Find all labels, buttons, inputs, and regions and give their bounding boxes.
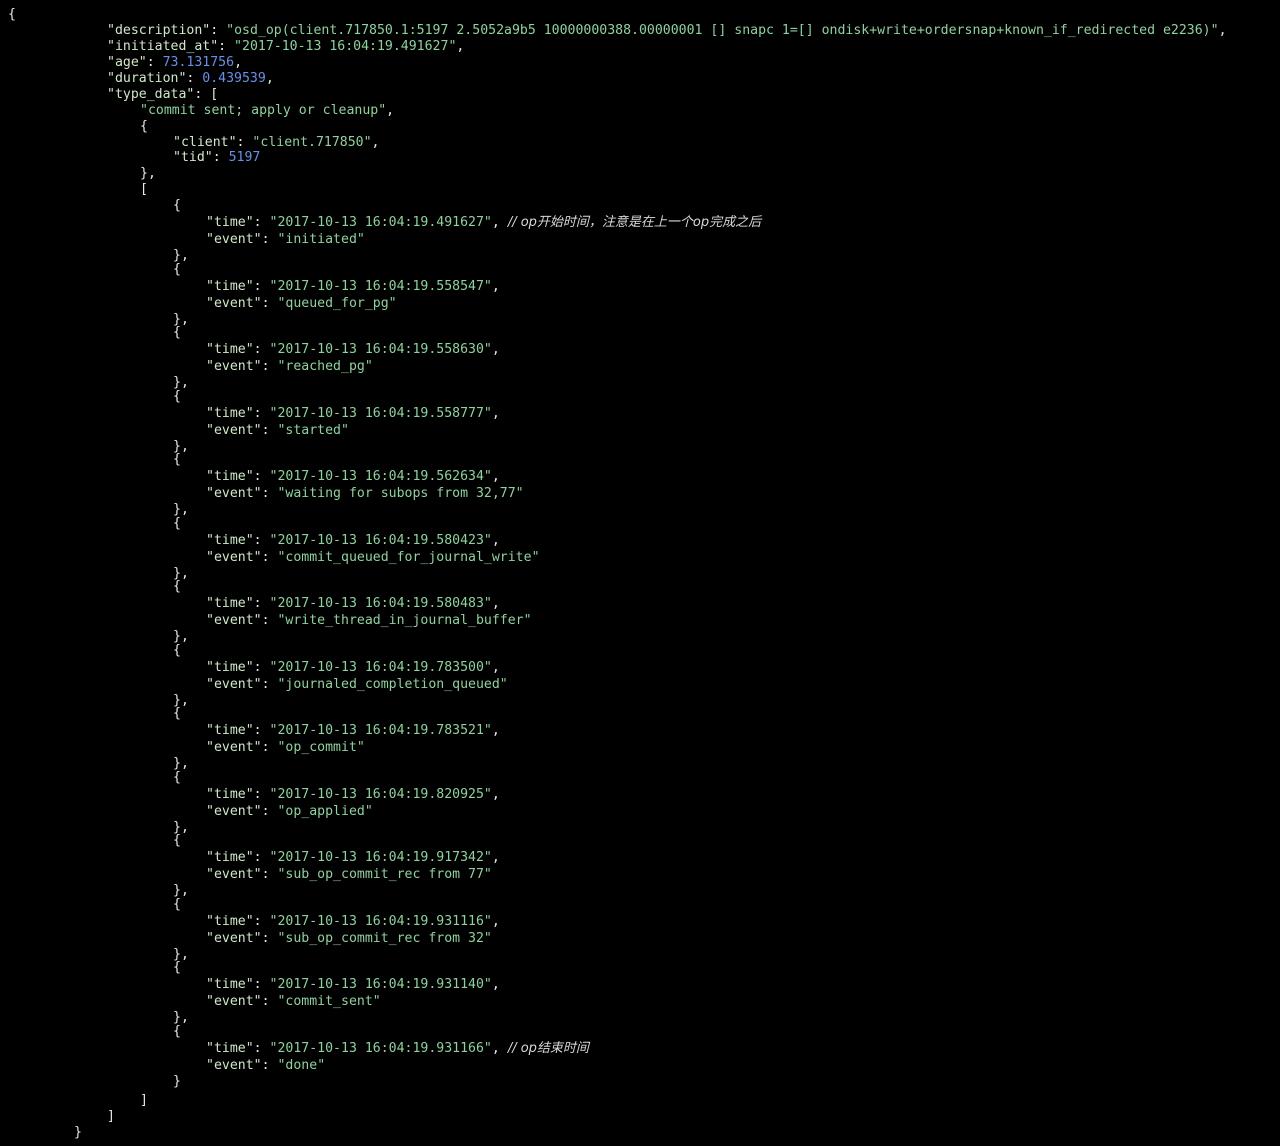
event-time-line: "time": "2017-10-13 16:04:19.580423", <box>206 533 500 548</box>
event-comment: // op结束时间 <box>507 1041 589 1056</box>
event-time-value: 2017-10-13 16:04:19.562634 <box>277 469 484 484</box>
description-value: osd_op(client.717850.1:5197 2.5052a9b5 1… <box>234 23 1211 38</box>
type-data-line: "type_data": [ <box>107 87 219 102</box>
age-line: "age": 73.131756, <box>107 55 243 70</box>
event-open-brace: { <box>173 198 181 213</box>
event-name-value: sub_op_commit_rec from 32 <box>285 931 484 946</box>
event-name-value: sub_op_commit_rec from 77 <box>285 867 484 882</box>
age-value: 73.131756 <box>162 55 235 70</box>
event-time-value: 2017-10-13 16:04:19.783500 <box>277 660 484 675</box>
event-name-line: "event": "sub_op_commit_rec from 32" <box>206 931 492 946</box>
event-time-line: "time": "2017-10-13 16:04:19.931140", <box>206 977 500 992</box>
event-name-value: done <box>285 1058 318 1073</box>
type-data-label-line: "commit sent; apply or cleanup", <box>140 103 395 118</box>
open-brace: { <box>8 7 16 22</box>
event-name-line: "event": "op_commit" <box>206 740 365 755</box>
event-open-brace: { <box>173 897 181 912</box>
event-comment: // op开始时间，注意是在上一个op完成之后 <box>507 215 762 230</box>
event-time-line: "time": "2017-10-13 16:04:19.783500", <box>206 660 500 675</box>
event-name-line: "event": "queued_for_pg" <box>206 296 397 311</box>
event-name-line: "event": "commit_sent" <box>206 994 381 1009</box>
event-name-value: commit_queued_for_journal_write <box>285 550 532 565</box>
event-time-line: "time": "2017-10-13 16:04:19.783521", <box>206 723 500 738</box>
event-time-line: "time": "2017-10-13 16:04:19.931166",// … <box>206 1041 589 1056</box>
event-time-value: 2017-10-13 16:04:19.820925 <box>277 787 484 802</box>
event-name-line: "event": "reached_pg" <box>206 359 373 374</box>
event-time-line: "time": "2017-10-13 16:04:19.580483", <box>206 596 500 611</box>
event-time-value: 2017-10-13 16:04:19.558547 <box>277 279 484 294</box>
event-open-brace: { <box>173 579 181 594</box>
client-value: client.717850 <box>260 135 364 150</box>
initiated-at-value: 2017-10-13 16:04:19.491627 <box>242 39 449 54</box>
event-name-line: "event": "waiting for subops from 32,77" <box>206 486 524 501</box>
event-name-line: "event": "commit_queued_for_journal_writ… <box>206 550 540 565</box>
event-time-value: 2017-10-13 16:04:19.580423 <box>277 533 484 548</box>
event-time-value: 2017-10-13 16:04:19.580483 <box>277 596 484 611</box>
event-time-value: 2017-10-13 16:04:19.558777 <box>277 406 484 421</box>
event-time-value: 2017-10-13 16:04:19.931116 <box>277 914 484 929</box>
type-data-close-bracket: ] <box>107 1109 115 1124</box>
terminal-output: { "description": "osd_op(client.717850.1… <box>0 0 1280 1146</box>
event-open-brace: { <box>173 389 181 404</box>
tid-value: 5197 <box>228 150 261 165</box>
event-name-value: journaled_completion_queued <box>285 677 500 692</box>
client-line: "client": "client.717850", <box>173 135 380 150</box>
event-time-line: "time": "2017-10-13 16:04:19.491627",// … <box>206 215 762 230</box>
event-open-brace: { <box>173 643 181 658</box>
event-open-brace: { <box>173 516 181 531</box>
event-open-brace: { <box>173 770 181 785</box>
client-open-brace: { <box>140 119 148 134</box>
event-close-brace: } <box>173 1074 181 1089</box>
event-time-value: 2017-10-13 16:04:19.491627 <box>277 215 484 230</box>
event-open-brace: { <box>173 325 181 340</box>
initiated-at-line: "initiated_at": "2017-10-13 16:04:19.491… <box>107 39 465 54</box>
description-line: "description": "osd_op(client.717850.1:5… <box>107 23 1227 38</box>
event-name-value: reached_pg <box>285 359 365 374</box>
event-time-line: "time": "2017-10-13 16:04:19.917342", <box>206 850 500 865</box>
duration-line: "duration": 0.439539, <box>107 71 274 86</box>
event-open-brace: { <box>173 833 181 848</box>
client-close-brace: }, <box>140 166 156 181</box>
events-close-bracket: ] <box>140 1093 148 1108</box>
event-time-line: "time": "2017-10-13 16:04:19.558547", <box>206 279 500 294</box>
event-time-line: "time": "2017-10-13 16:04:19.558630", <box>206 342 500 357</box>
tid-line: "tid": 5197 <box>173 150 261 165</box>
event-name-line: "event": "journaled_completion_queued" <box>206 677 508 692</box>
event-time-value: 2017-10-13 16:04:19.558630 <box>277 342 484 357</box>
event-time-value: 2017-10-13 16:04:19.931166 <box>277 1041 484 1056</box>
event-time-value: 2017-10-13 16:04:19.783521 <box>277 723 484 738</box>
event-name-line: "event": "sub_op_commit_rec from 77" <box>206 867 492 882</box>
close-brace: } <box>74 1125 82 1140</box>
event-time-line: "time": "2017-10-13 16:04:19.558777", <box>206 406 500 421</box>
event-name-value: queued_for_pg <box>285 296 389 311</box>
event-open-brace: { <box>173 452 181 467</box>
event-name-value: started <box>285 423 341 438</box>
event-name-value: write_thread_in_journal_buffer <box>285 613 524 628</box>
event-time-value: 2017-10-13 16:04:19.931140 <box>277 977 484 992</box>
event-time-line: "time": "2017-10-13 16:04:19.820925", <box>206 787 500 802</box>
event-name-line: "event": "started" <box>206 423 349 438</box>
events-open-bracket: [ <box>140 182 148 197</box>
event-name-value: initiated <box>285 232 357 247</box>
event-time-line: "time": "2017-10-13 16:04:19.931116", <box>206 914 500 929</box>
event-name-value: op_commit <box>285 740 357 755</box>
event-time-value: 2017-10-13 16:04:19.917342 <box>277 850 484 865</box>
event-open-brace: { <box>173 706 181 721</box>
event-name-value: op_applied <box>285 804 365 819</box>
duration-value: 0.439539 <box>202 71 266 86</box>
event-open-brace: { <box>173 960 181 975</box>
event-open-brace: { <box>173 262 181 277</box>
event-name-line: "event": "write_thread_in_journal_buffer… <box>206 613 532 628</box>
event-name-value: commit_sent <box>285 994 373 1009</box>
event-name-line: "event": "done" <box>206 1058 326 1073</box>
event-name-line: "event": "op_applied" <box>206 804 373 819</box>
event-time-line: "time": "2017-10-13 16:04:19.562634", <box>206 469 500 484</box>
event-name-value: waiting for subops from 32,77 <box>285 486 516 501</box>
event-open-brace: { <box>173 1024 181 1039</box>
event-name-line: "event": "initiated" <box>206 232 365 247</box>
type-data-label: commit sent; apply or cleanup <box>147 103 379 118</box>
